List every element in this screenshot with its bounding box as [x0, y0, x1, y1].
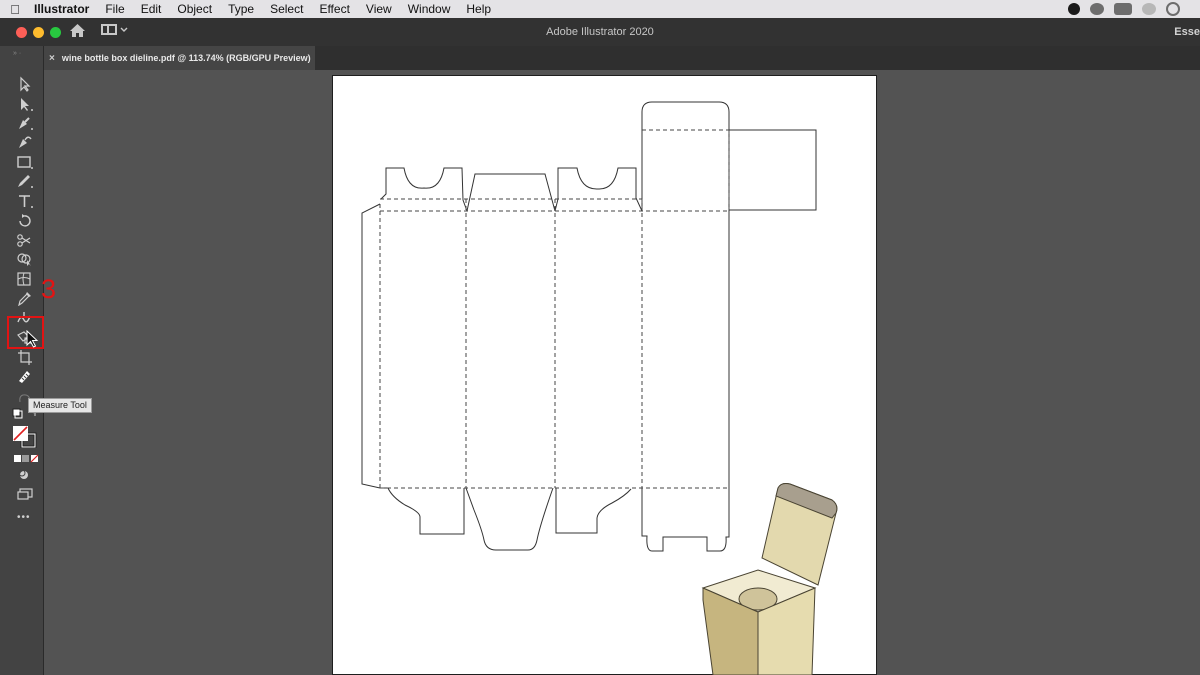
- menu-help[interactable]: Help: [458, 2, 499, 16]
- rotate-tool-icon[interactable]: [15, 212, 35, 228]
- menu-window[interactable]: Window: [400, 2, 459, 16]
- app-title-bar: Adobe Illustrator 2020 Esse: [0, 18, 1200, 46]
- display-icon[interactable]: [1114, 3, 1132, 15]
- dieline-artwork[interactable]: [332, 75, 877, 675]
- menu-view[interactable]: View: [358, 2, 400, 16]
- menu-app-name[interactable]: Illustrator: [30, 2, 97, 16]
- document-tab-label: wine bottle box dieline.pdf @ 113.74% (R…: [61, 53, 311, 63]
- more-status-icon[interactable]: [1190, 3, 1194, 15]
- box-3d-preview: [701, 483, 838, 675]
- measure-tool-icon[interactable]: [15, 368, 35, 384]
- selection-tool-icon[interactable]: [15, 76, 35, 92]
- drawing-mode-icon[interactable]: [15, 468, 35, 484]
- time-machine-icon[interactable]: [1166, 2, 1180, 16]
- menu-type[interactable]: Type: [220, 2, 262, 16]
- shape-builder-tool-icon[interactable]: [15, 251, 35, 267]
- cloud-icon[interactable]: [1142, 3, 1156, 15]
- pencil-tool-icon[interactable]: [15, 173, 35, 189]
- tab-close-icon[interactable]: ×: [43, 53, 62, 64]
- tools-panel: » · •••: [0, 46, 44, 675]
- step-number-label: 3: [41, 274, 57, 304]
- menu-object[interactable]: Object: [169, 2, 220, 16]
- menu-effect[interactable]: Effect: [311, 2, 357, 16]
- curvature-tool-icon[interactable]: [15, 134, 35, 150]
- menu-status-area: [1068, 0, 1200, 18]
- eyedropper-tool-icon[interactable]: [15, 290, 35, 306]
- scissors-tool-icon[interactable]: [15, 232, 35, 248]
- rectangle-tool-icon[interactable]: [15, 154, 35, 170]
- direct-selection-tool-icon[interactable]: [15, 96, 35, 112]
- pen-tool-icon[interactable]: [15, 115, 35, 131]
- apple-menu-icon[interactable]: : [0, 2, 30, 17]
- record-icon[interactable]: [1068, 3, 1080, 15]
- menu-file[interactable]: File: [97, 2, 132, 16]
- artboard[interactable]: [332, 75, 877, 675]
- creative-cloud-icon[interactable]: [1090, 3, 1104, 15]
- window-title: Adobe Illustrator 2020: [546, 26, 654, 38]
- panel-grip-icon[interactable]: » ·: [13, 50, 21, 57]
- mesh-tool-icon[interactable]: [15, 271, 35, 287]
- workspace-switcher[interactable]: Esse: [1174, 26, 1200, 38]
- menu-select[interactable]: Select: [262, 2, 311, 16]
- fill-stroke-swatch[interactable]: [12, 424, 40, 448]
- menu-bar:  Illustrator File Edit Object Type Sele…: [0, 0, 1200, 18]
- edit-toolbar-icon[interactable]: •••: [17, 512, 37, 528]
- screen-mode-icon[interactable]: [15, 487, 35, 503]
- document-tab-bar: × wine bottle box dieline.pdf @ 113.74% …: [43, 46, 1200, 70]
- tool-tooltip: Measure Tool: [28, 398, 92, 413]
- type-tool-icon[interactable]: [15, 193, 35, 209]
- mouse-pointer-icon: [26, 329, 40, 353]
- document-tab[interactable]: × wine bottle box dieline.pdf @ 113.74% …: [43, 46, 315, 70]
- menu-edit[interactable]: Edit: [133, 2, 170, 16]
